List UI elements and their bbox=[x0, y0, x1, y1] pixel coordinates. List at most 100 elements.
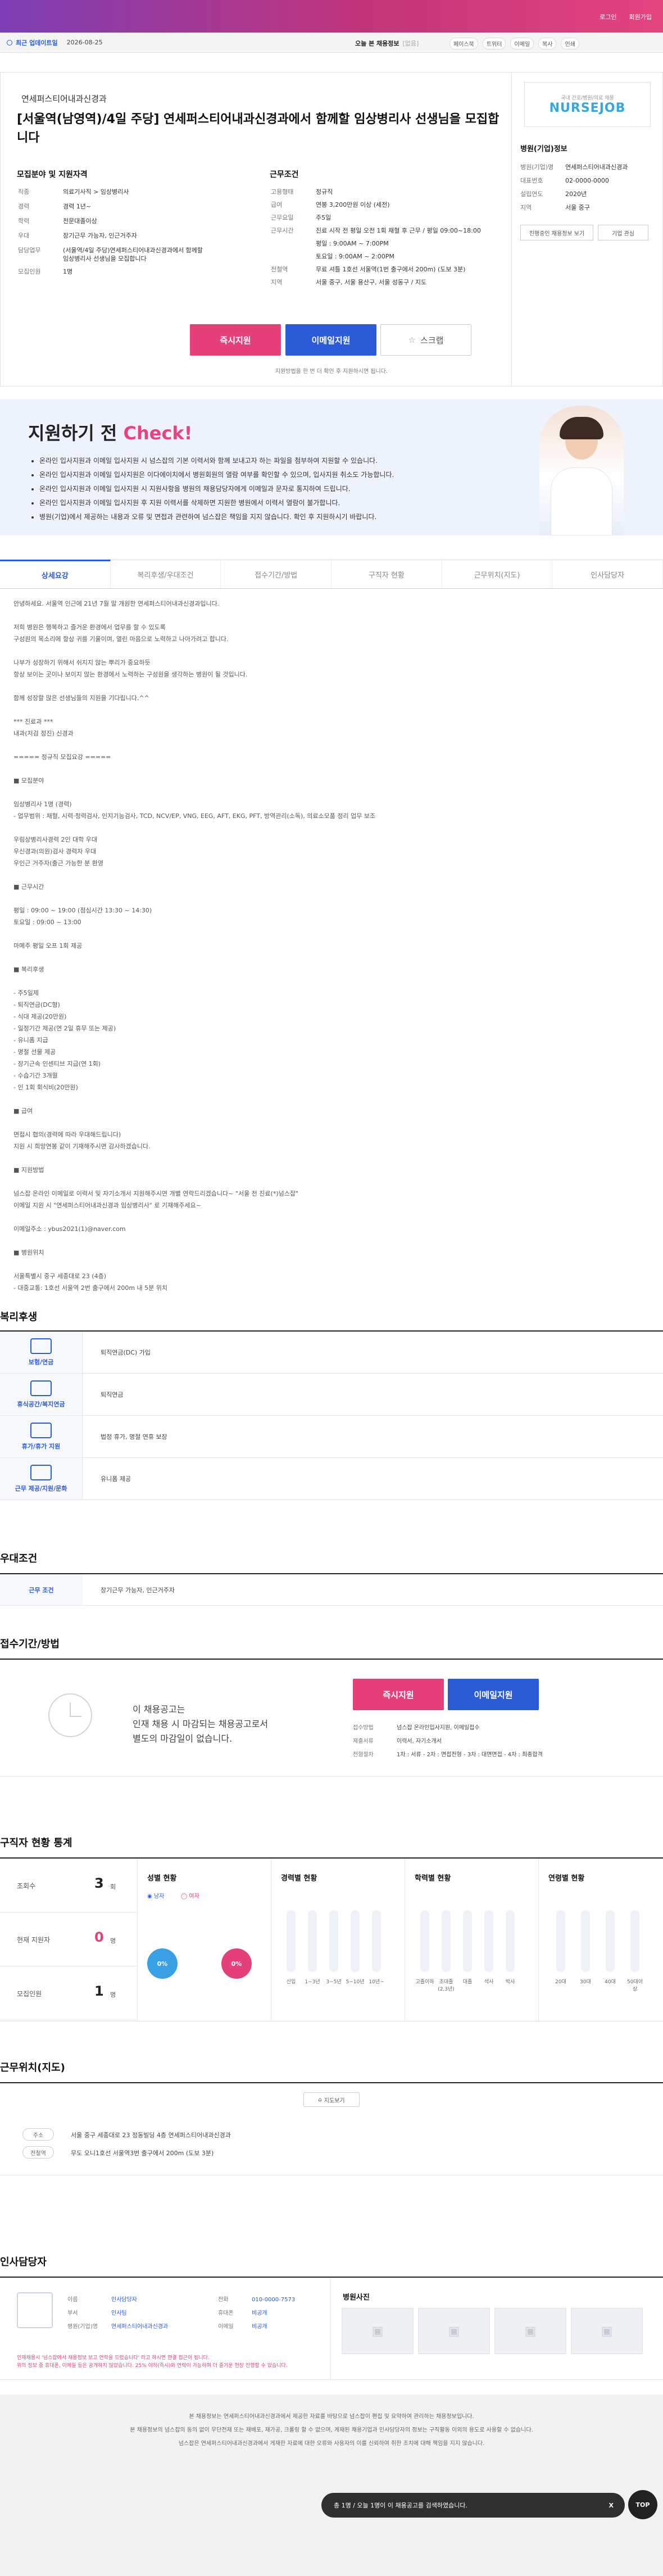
detail-tabs: 상세요강 복리후생/우대조건 접수기간/방법 구직자 현황 근무위치(지도) 인… bbox=[0, 560, 663, 589]
preferred-key: 근무 조건 bbox=[0, 1574, 83, 1605]
login-link[interactable]: 로그인 bbox=[600, 12, 616, 21]
conditions-heading: 근무조건 bbox=[270, 170, 299, 179]
twitter-share-button[interactable]: 트위터 bbox=[482, 38, 506, 49]
view-map-button[interactable]: ⌂ 지도보기 bbox=[303, 2092, 360, 2107]
apply-info-key: 전형절차 bbox=[353, 1752, 374, 1758]
tab-manager[interactable]: 인사담당자 bbox=[552, 560, 663, 588]
manager-info-key: 이름 bbox=[67, 2297, 78, 2303]
email-apply-button[interactable]: 이메일지원 bbox=[285, 324, 376, 356]
print-button[interactable]: 인쇄 bbox=[561, 38, 579, 49]
stat-bar bbox=[630, 1910, 639, 1972]
stat-bar-label: 50대이상 bbox=[626, 1979, 643, 1992]
info-key: 근무시간 bbox=[271, 227, 294, 234]
welfare-row: 휴식공간/복지연금 퇴직연금 bbox=[0, 1374, 663, 1416]
welfare-heading: 복리후생 bbox=[0, 1311, 38, 1323]
stat-bar bbox=[463, 1910, 472, 1972]
job-title: [서울역(남영역)/4일 주당] 연세퍼스티어내과신경과에서 함께할 임상병리사… bbox=[17, 112, 499, 145]
manager-info-value: 비공개 bbox=[252, 2310, 267, 2316]
apply-now-button[interactable]: 즉시지원 bbox=[190, 324, 281, 356]
info-key: 급여 bbox=[271, 201, 283, 208]
info-value: 무료 셔틀 1호선 서울역(1번 출구에서 200m) (도보 3분) bbox=[316, 266, 466, 273]
apply-info-row: 제출서류 이력서, 자기소개서 bbox=[353, 1736, 442, 1744]
tab-applicant-stats[interactable]: 구직자 현황 bbox=[332, 560, 442, 588]
career-stats-title: 경력별 현황 bbox=[281, 1874, 317, 1883]
apply-now-button-2[interactable]: 즉시지원 bbox=[353, 1679, 444, 1710]
favorite-company-button[interactable]: 기업 관심 bbox=[598, 225, 648, 240]
manager-info-key: 휴대폰 bbox=[218, 2310, 234, 2316]
apply-info-value: 1차 : 서류 - 2차 : 면접전형 - 3차 : 대면면접 - 4차 : 최… bbox=[397, 1752, 543, 1758]
info-value: 정규직 bbox=[316, 188, 333, 196]
info-value: 장기근무 가능자, 인근거주자 bbox=[63, 232, 137, 239]
preferred-value: 장기근무 가능자, 인근거주자 bbox=[101, 1586, 175, 1594]
tab-detail[interactable]: 상세요강 bbox=[0, 560, 111, 588]
stats-summary-row: 조회수 3 회 bbox=[0, 1859, 137, 1912]
info-key: 고용형태 bbox=[271, 188, 294, 196]
stats-summary-key: 모집인원 bbox=[17, 1990, 42, 1998]
stat-bar-label: 1~3년 bbox=[305, 1979, 320, 1985]
email-share-button[interactable]: 이메일 bbox=[510, 38, 534, 49]
stat-bar-label: 초대졸(2,3년) bbox=[438, 1979, 455, 1992]
tab-location[interactable]: 근무위치(지도) bbox=[442, 560, 553, 588]
info-value: 의료기사직 > 임상병리사 bbox=[63, 188, 129, 196]
stat-bar bbox=[484, 1910, 493, 1972]
stat-bar-label: 박사 bbox=[505, 1979, 515, 1985]
stats-summary-value: 3 bbox=[94, 1875, 104, 1891]
photo-placeholder-icon: ▣ bbox=[342, 2308, 414, 2354]
always-open-message: 이 채용공고는 인재 채용 시 마감되는 채용공고로서 별도의 마감일이 없습니… bbox=[133, 1704, 269, 1744]
laptop-icon bbox=[30, 1380, 52, 1396]
hospital-logo: 국내 간호/병원/의료 채용 NURSEJOB bbox=[524, 82, 651, 127]
applicant-stats-panel: 조회수 3 회 현재 지원자 0 명 모집인원 1 명 성별 현황 ◉ 남자 ◯ 여자 0% 0… bbox=[0, 1857, 663, 2021]
signup-link[interactable]: 회원가입 bbox=[629, 12, 652, 21]
view-jobs-button[interactable]: 진행중인 채용정보 보기 bbox=[520, 225, 593, 240]
stat-bar-label: 대졸 bbox=[462, 1979, 473, 1985]
info-key: 모집인원 bbox=[18, 268, 41, 275]
apply-info-value: 넘스잡 온라인입사지원, 이메일접수 bbox=[397, 1725, 480, 1731]
vacation-icon bbox=[30, 1423, 52, 1438]
manager-heading: 인사담당자 bbox=[0, 2256, 47, 2268]
manager-notice: 인재채용시 '넘스잡에서 채용정보 보고 연락을 드렸습니다' 라고 하시면 한… bbox=[17, 2355, 288, 2369]
tab-apply-period[interactable]: 접수기간/방법 bbox=[221, 560, 332, 588]
info-key: 전철역 bbox=[271, 266, 288, 273]
welfare-row: 근무 제공/지원/문화 유니폼 제공 bbox=[0, 1458, 663, 1500]
stat-bar bbox=[351, 1910, 360, 1972]
map-icon: ⌂ bbox=[318, 2096, 322, 2103]
stats-summary-key: 조회수 bbox=[17, 1882, 36, 1890]
stats-summary-unit: 명 bbox=[110, 1937, 116, 1945]
manager-info-key: 전화 bbox=[218, 2297, 229, 2303]
stats-summary-row: 현재 지원자 0 명 bbox=[0, 1912, 137, 1966]
facebook-share-button[interactable]: 페이스북 bbox=[449, 38, 478, 49]
info-key: 병원(기업)명 bbox=[520, 163, 554, 171]
check-item: 병원(기업)에서 제공하는 내용과 오류 및 면접과 관련하여 넘스잡은 책임을… bbox=[39, 510, 528, 524]
address-label: 주소 bbox=[22, 2128, 54, 2141]
today-viewed-label[interactable]: 오늘 본 채용정보 [없음] bbox=[355, 39, 419, 48]
copy-link-button[interactable]: 복사 bbox=[538, 38, 557, 49]
stat-bar-label: 20대 bbox=[555, 1979, 566, 1985]
company-name[interactable]: 연세퍼스티어내과신경과 bbox=[21, 93, 107, 105]
check-item: 온라인 입사지원과 이메일 입사지원 시 넘스잡의 기본 이력서와 함께 보내고… bbox=[39, 454, 528, 468]
welfare-table: 보험/연금 퇴직연금(DC) 가입 휴식공간/복지연금 퇴직연금 휴가/휴가 지… bbox=[0, 1330, 663, 1500]
star-icon: ☆ bbox=[408, 335, 416, 345]
toast-close-button[interactable]: X bbox=[609, 2502, 614, 2509]
preferred-heading: 우대조건 bbox=[0, 1553, 38, 1565]
info-key: 경력 bbox=[18, 203, 30, 210]
job-detail-text: 안녕하세요. 서울역 인근에 21년 7월 말 개원한 연세퍼스티어내과신경과입… bbox=[13, 600, 376, 1292]
update-date: 2026-08-25 bbox=[66, 39, 103, 46]
stats-summary-value: 1 bbox=[94, 1983, 104, 1999]
manager-panel: 이름 인사담당자 전화 010-0000-7573 부서 인사팀 휴대폰 비공개 병원(기업)명… bbox=[0, 2277, 663, 2380]
scrap-button[interactable]: ☆ 스크랩 bbox=[380, 324, 471, 356]
male-legend: ◉ 남자 bbox=[147, 1893, 165, 1900]
stat-bar bbox=[556, 1910, 565, 1972]
tab-welfare[interactable]: 복리후생/우대조건 bbox=[110, 560, 221, 588]
info-value: 전문대졸이상 bbox=[63, 217, 97, 225]
manager-info-key: 이메일 bbox=[218, 2324, 234, 2330]
info-key: 대표번호 bbox=[520, 177, 543, 184]
apply-note: 지원방법을 한 번 더 확인 후 지원하시면 됩니다. bbox=[275, 369, 388, 375]
scroll-top-button[interactable]: TOP bbox=[628, 2490, 657, 2519]
stats-summary-value: 0 bbox=[94, 1929, 104, 1945]
gender-stats-title: 성별 현황 bbox=[147, 1874, 177, 1883]
info-key: 담당업무 bbox=[18, 247, 41, 254]
email-apply-button-2[interactable]: 이메일지원 bbox=[448, 1679, 539, 1710]
stat-bar bbox=[442, 1910, 451, 1972]
manager-info-key: 병원(기업)명 bbox=[67, 2324, 98, 2330]
info-value: 연세퍼스티어내과신경과 bbox=[565, 163, 628, 171]
